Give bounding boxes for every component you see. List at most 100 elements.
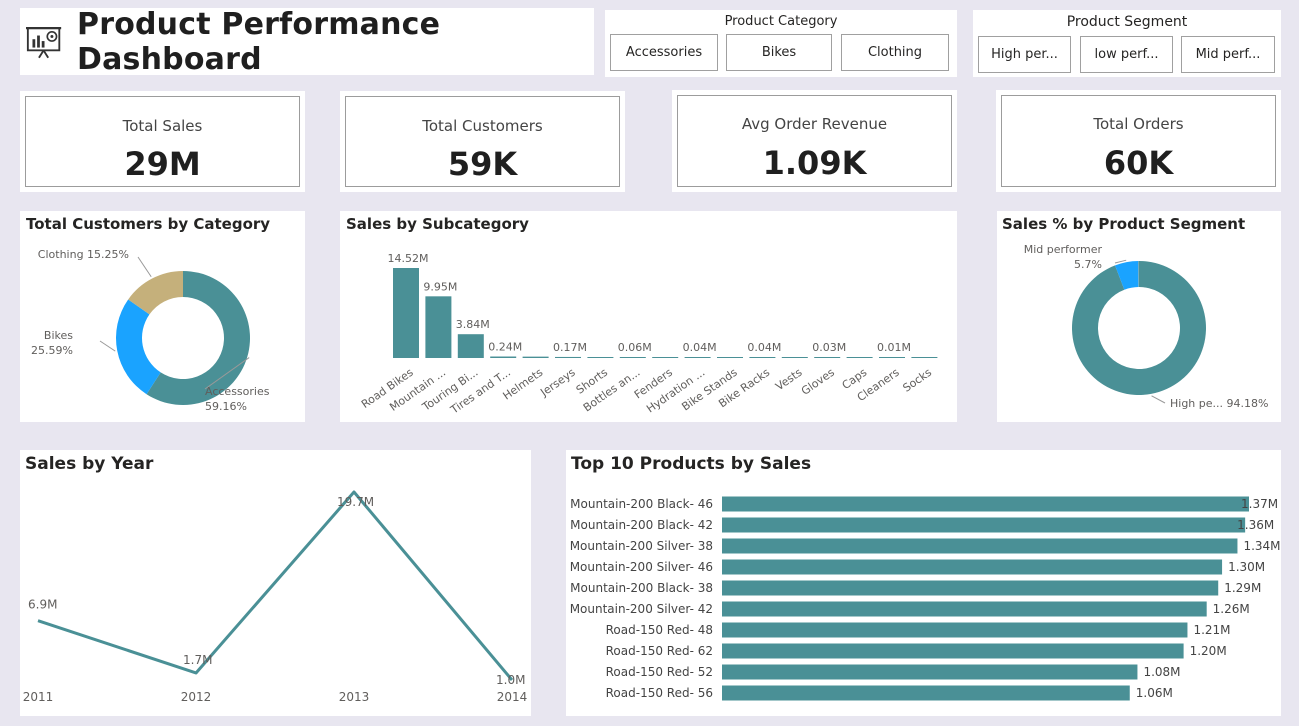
data-label: 1.37M <box>1241 497 1278 511</box>
data-label: 19.7M <box>337 495 374 509</box>
bar <box>722 622 1188 638</box>
category-label: Jerseys <box>537 366 578 400</box>
data-label: 1.29M <box>1224 581 1261 595</box>
data-label: 3.84M <box>456 318 490 331</box>
bar <box>587 357 614 358</box>
bar <box>722 643 1184 659</box>
data-label: High pe... 94.18% <box>1170 397 1268 410</box>
data-label: Accessories 59.16% <box>205 385 270 413</box>
customers-by-category-chart[interactable]: Accessories 59.16% Bikes 25.59% Clothing 15.… <box>20 211 305 422</box>
data-label: 1.26M <box>1213 602 1250 616</box>
data-label: Mid performer 5.7% <box>1024 243 1103 271</box>
bar <box>722 601 1207 617</box>
sales-by-subcategory-visual[interactable]: Sales by Subcategory 14.52M Road Bikes 9.9… <box>340 211 957 422</box>
category-label: Socks <box>901 366 935 395</box>
category-label: Mountain-200 Silver- 42 <box>570 602 713 616</box>
slicer-option-low-performer[interactable]: low perf... <box>1080 36 1173 73</box>
bar <box>781 357 808 358</box>
data-label: 0.01M <box>877 341 911 354</box>
bar <box>722 538 1238 554</box>
slicer-option-mid-performer[interactable]: Mid perf... <box>1181 36 1275 73</box>
data-label: 1.7M <box>183 653 212 667</box>
kpi-value: 60K <box>1103 144 1174 182</box>
category-label: Road-150 Red- 62 <box>606 644 713 658</box>
bar <box>652 357 679 358</box>
bar <box>722 664 1138 680</box>
category-label: Mountain-200 Silver- 46 <box>570 560 713 574</box>
bar <box>911 357 938 358</box>
top-products-chart[interactable]: Mountain-200 Black- 46 1.37M Mountain-200 … <box>566 450 1281 716</box>
slicer-title: Product Category <box>724 14 838 29</box>
kpi-label: Total Customers <box>422 117 543 135</box>
slicer-option-bikes[interactable]: Bikes <box>726 34 832 71</box>
top-products-visual[interactable]: Top 10 Products by Sales Mountain-200 Bl… <box>566 450 1281 716</box>
slicer-title: Product Segment <box>1066 14 1188 30</box>
bar <box>722 496 1249 512</box>
data-label: 0.24M <box>488 341 522 354</box>
bar <box>490 356 517 358</box>
data-label: 1.36M <box>1237 518 1274 532</box>
sales-by-year-chart[interactable]: 6.9M 2011 1.7M 2012 19.7M 2013 1.0M 2014 <box>20 450 531 716</box>
data-label: 14.52M <box>388 252 429 265</box>
customers-by-category-visual[interactable]: Total Customers by Category Accessories 5… <box>20 211 305 422</box>
leader-line <box>1151 395 1166 404</box>
kpi-value: 1.09K <box>762 144 867 182</box>
x-tick-label: 2013 <box>339 690 370 704</box>
bar <box>814 357 841 358</box>
product-segment-slicer: Product Segment High per... low perf... … <box>973 10 1281 77</box>
kpi-value: 29M <box>124 145 201 183</box>
bar <box>522 356 549 358</box>
dashboard-presentation-icon <box>26 26 62 58</box>
kpi-value: 59K <box>447 145 518 183</box>
bar <box>555 356 581 358</box>
x-tick-label: 2011 <box>23 690 54 704</box>
category-label: Mountain-200 Black- 46 <box>570 497 713 511</box>
data-label: 1.21M <box>1193 623 1230 637</box>
bar <box>619 357 646 358</box>
bar <box>457 334 484 358</box>
kpi-label: Total Orders <box>1093 115 1184 133</box>
category-label: Road-150 Red- 48 <box>606 623 713 637</box>
category-label: Mountain-200 Black- 42 <box>570 518 713 532</box>
data-label: 1.08M <box>1143 665 1180 679</box>
category-label: Mountain-200 Silver- 38 <box>570 539 713 553</box>
slicer-option-high-performer[interactable]: High per... <box>978 36 1071 73</box>
kpi-label: Avg Order Revenue <box>741 115 888 133</box>
data-label: 1.06M <box>1136 686 1173 700</box>
kpi-label: Total Sales <box>122 117 203 135</box>
bar <box>717 357 743 358</box>
data-label: 1.30M <box>1228 560 1265 574</box>
bar <box>846 357 873 358</box>
bar <box>749 357 776 358</box>
data-label: 0.04M <box>747 341 781 354</box>
category-label: Gloves <box>799 366 837 398</box>
page-title: Product Performance Dashboard <box>77 6 441 77</box>
data-label: 1.34M <box>1243 539 1280 553</box>
product-category-slicer: Product Category Accessories Bikes Cloth… <box>605 10 957 77</box>
dashboard-title-card: Product Performance Dashboard <box>20 6 594 77</box>
category-label: Road-150 Red- 56 <box>606 686 713 700</box>
bar <box>879 357 905 358</box>
sales-by-segment-chart[interactable]: High pe... 94.18% Mid performer 5.7% <box>997 211 1281 422</box>
sales-by-subcategory-chart[interactable]: 14.52MRoad Bikes9.95MMountain ...3.84MTo… <box>340 211 957 422</box>
bar <box>722 685 1130 701</box>
bar <box>722 580 1219 596</box>
bar <box>722 517 1246 533</box>
data-label: Bikes 25.59% <box>31 329 73 357</box>
sales-by-segment-visual[interactable]: Sales % by Product Segment High pe... 94… <box>997 211 1281 422</box>
x-tick-label: 2014 <box>497 690 528 704</box>
data-label: 9.95M <box>423 280 457 293</box>
bar <box>722 559 1223 575</box>
kpi-avg-order-revenue: Avg Order Revenue 1.09K <box>672 90 957 192</box>
leader-line <box>99 340 116 352</box>
slicer-option-accessories[interactable]: Accessories <box>610 34 718 71</box>
slicer-option-clothing[interactable]: Clothing <box>841 34 949 71</box>
kpi-total-orders: Total Orders 60K <box>996 90 1281 192</box>
data-label: 0.03M <box>812 341 846 354</box>
category-label: Road-150 Red- 52 <box>606 665 713 679</box>
data-label: Clothing 15.25% <box>38 248 129 261</box>
kpi-total-customers: Total Customers 59K <box>340 91 625 192</box>
sales-by-year-visual[interactable]: Sales by Year 6.9M 2011 1.7M 2012 19.7M 2013 1… <box>20 450 531 716</box>
leader-line <box>1114 259 1127 264</box>
data-label: 0.04M <box>683 341 717 354</box>
